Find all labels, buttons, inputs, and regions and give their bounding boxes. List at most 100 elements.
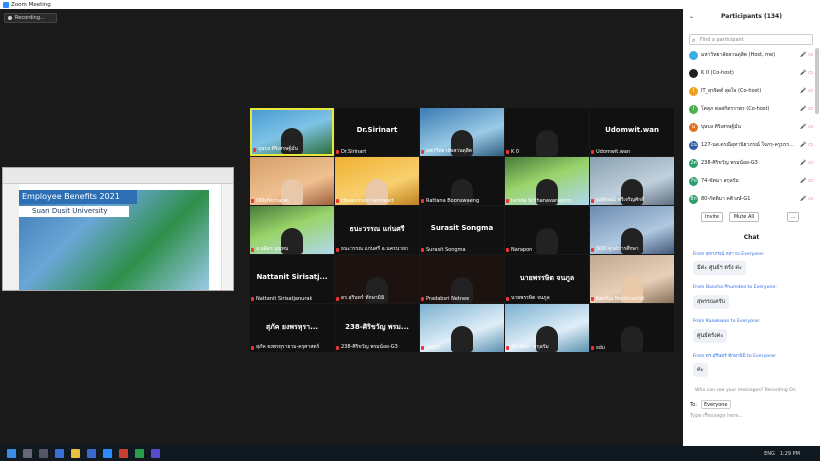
mic-muted-icon[interactable]: 🎤 (800, 70, 806, 76)
search-icon[interactable] (23, 449, 32, 458)
video-off-icon[interactable]: ▭ (808, 106, 813, 112)
video-tile[interactable]: Nattanit Sirisatj... Nattanit Sirisatjanu… (250, 255, 334, 303)
video-off-icon[interactable]: ▭ (808, 70, 813, 76)
muted-mic-icon (506, 199, 509, 203)
video-off-icon[interactable]: ▭ (808, 160, 813, 166)
tile-name-label: ธนะวรรณ แก่นศรี อ.นครนายก (341, 246, 408, 252)
window-title: Zoom Meeting (11, 1, 51, 8)
video-tile[interactable]: บุษบง ศิริเศรษฐ์มั่น (250, 108, 334, 156)
participant-row[interactable]: I โตสุภ ตลสกิตรราพร (Co-host) 🎤 ▭ (689, 102, 813, 116)
video-tile[interactable]: Pradabsri Netnee (420, 255, 504, 303)
participant-row[interactable]: K 0 (Co-host) 🎤 ▭ (689, 66, 813, 80)
video-tile[interactable]: สุภัค ยงพรหุรา... สุภัค ยงพรหุรายาม-ครุศา… (250, 304, 334, 352)
windows-start-icon[interactable] (7, 449, 16, 458)
video-tile[interactable]: OillyNicharas (250, 157, 334, 205)
video-tile[interactable]: J5007 (420, 304, 504, 352)
muted-mic-icon (251, 199, 254, 203)
video-tile[interactable]: 74-ขัตมา สกุลรัม (505, 304, 589, 352)
participant-name: 127-นส.ดรณีอุทานิยาภรณ์ ใจภรุ-ครูบรร... (701, 142, 794, 148)
tile-name-label: sdu (596, 345, 605, 351)
participant-scrollbar[interactable] (815, 48, 819, 114)
video-tile[interactable]: Surasit Songma Surasit Songma (420, 206, 504, 254)
participant-row[interactable]: มหาวิทยาลัยสวนดุสิต (Host, me) 🎤 ▭ (689, 48, 813, 62)
mic-muted-icon[interactable]: 🎤 (800, 196, 806, 202)
tile-name-label: Surasit Songma (426, 247, 466, 253)
chat-message-input[interactable]: Type message here... (690, 413, 743, 419)
teams-icon[interactable] (151, 449, 160, 458)
clock[interactable]: 1:29 PM (780, 451, 800, 457)
avatar: 2ศ (689, 158, 698, 168)
to-label: To: (690, 402, 697, 408)
participant-name: โตสุภ ตลสกิตรราพร (Co-host) (701, 106, 770, 112)
tile-name-label: Janida Srithanavaraporn (511, 198, 572, 204)
video-tile[interactable]: Janida Srithanavaraporn (505, 157, 589, 205)
video-tile[interactable]: chuanchom iamsaart (335, 157, 419, 205)
zoom-icon[interactable] (103, 449, 112, 458)
muted-mic-icon (591, 248, 594, 252)
tile-name-label: OillyNicharas (256, 198, 289, 204)
tile-name-label: สุภัค ยงพรหุรายาม-ครุศาสตร์ (256, 344, 320, 350)
mic-muted-icon[interactable]: 🎤 (800, 178, 806, 184)
muted-mic-icon (336, 150, 339, 154)
video-tile[interactable]: Dr.Sirinart Dr.Sirinart (335, 108, 419, 156)
participant-row[interactable]: 1น 127-นส.ดรณีอุทานิยาภรณ์ ใจภรุ-ครูบรร..… (689, 138, 813, 152)
mic-muted-icon[interactable]: 🎤 (800, 142, 806, 148)
video-off-icon[interactable]: ▭ (808, 196, 813, 202)
video-tile[interactable]: Kanitja Nonthrachit (590, 255, 674, 303)
task-view-icon[interactable] (39, 449, 48, 458)
video-tile[interactable]: sdu (590, 304, 674, 352)
mic-muted-icon[interactable]: 🎤 (800, 88, 806, 94)
mic-muted-icon[interactable]: 🎤 (800, 160, 806, 166)
muted-mic-icon (251, 346, 254, 350)
participant-name: บุษบง ศิริเศรษฐ์มั่น (701, 124, 741, 130)
muted-mic-icon (506, 297, 509, 301)
chrome-icon[interactable] (135, 449, 144, 458)
video-off-icon[interactable]: ▭ (808, 142, 813, 148)
language-indicator[interactable]: ENG (764, 451, 775, 457)
participant-row[interactable]: 8ก 80-กัตติมา คติวงษ์-G1 🎤 ▭ (689, 192, 813, 206)
recipient-dropdown[interactable]: Everyone ⌄ (701, 400, 731, 416)
mic-muted-icon[interactable]: 🎤 (800, 124, 806, 130)
video-off-icon[interactable]: ▭ (808, 88, 813, 94)
chat-privacy-note[interactable]: Who can see your messages? Recording On (695, 388, 796, 393)
video-tile[interactable]: นายพรรษิต จนภูล นายพรรษิต จนภูล (505, 255, 589, 303)
video-tile[interactable]: ดร.สุรินทร์ ทักษามิมิ (335, 255, 419, 303)
recording-indicator[interactable]: Recording... (4, 13, 57, 23)
video-tile[interactable]: Udomwit.wan Udomwit.wan (590, 108, 674, 156)
participant-name: IT_สุรจิตต์ สุดใจ (Co-host) (701, 88, 762, 94)
more-button[interactable]: ... (787, 212, 799, 222)
tile-name-label: 74-ขัตมา สกุลรัม (511, 344, 549, 350)
participant-search-input[interactable]: ⌕ Find a participant (689, 34, 813, 45)
video-tile[interactable]: อ.อลิสา บุญทน (250, 206, 334, 254)
tile-name-label: นายพรรษิต จนภูล (511, 295, 550, 301)
video-tile[interactable]: มหาวิทยาลัยสวนดุสิต (420, 108, 504, 156)
mute-all-button[interactable]: Mute All (729, 212, 759, 222)
store-icon[interactable] (87, 449, 96, 458)
video-tile[interactable]: 238-ศิริขวัญ พรม... 238-ศิริขวัญ พรมน้อย-… (335, 304, 419, 352)
tile-display-name: Udomwit.wan (605, 126, 659, 134)
participant-row[interactable]: u บุษบง ศิริเศรษฐ์มั่น 🎤 ▭ (689, 120, 813, 134)
video-tile[interactable]: Rattana Boonswaeng (420, 157, 504, 205)
video-off-icon[interactable]: ▭ (808, 52, 813, 58)
tile-display-name: Nattanit Sirisatj... (256, 273, 328, 281)
mic-muted-icon[interactable]: 🎤 (800, 52, 806, 58)
video-off-icon[interactable]: ▭ (808, 124, 813, 130)
video-off-icon[interactable]: ▭ (808, 178, 813, 184)
mic-muted-icon[interactable]: 🎤 (800, 106, 806, 112)
powerpoint-icon[interactable] (119, 449, 128, 458)
video-tile[interactable]: ธนะวรรณ แก่นศรี ธนะวรรณ แก่นศรี อ.นครนายก (335, 206, 419, 254)
avatar (689, 68, 698, 78)
folder-icon[interactable] (71, 449, 80, 458)
video-tile[interactable]: SDU ศูนย์การศึกษา (590, 206, 674, 254)
video-tile[interactable]: K 0 (505, 108, 589, 156)
video-tile[interactable]: นงลักษณ์ ศรีเจริญศักดิ์ (590, 157, 674, 205)
video-tile[interactable]: Narapon (505, 206, 589, 254)
muted-mic-icon (421, 199, 424, 203)
record-icon (8, 16, 12, 20)
tile-display-name: 238-ศิริขวัญ พรม... (345, 323, 409, 331)
participant-row[interactable]: 2ศ 238-ศิริขวัญ พรมน้อย-G3 🎤 ▭ (689, 156, 813, 170)
edge-icon[interactable] (55, 449, 64, 458)
invite-button[interactable]: Invite (701, 212, 723, 222)
participant-row[interactable]: I IT_สุรจิตต์ สุดใจ (Co-host) 🎤 ▭ (689, 84, 813, 98)
participant-row[interactable]: 7ข 74-ขัตมา สกุลรัม 🎤 ▭ (689, 174, 813, 188)
